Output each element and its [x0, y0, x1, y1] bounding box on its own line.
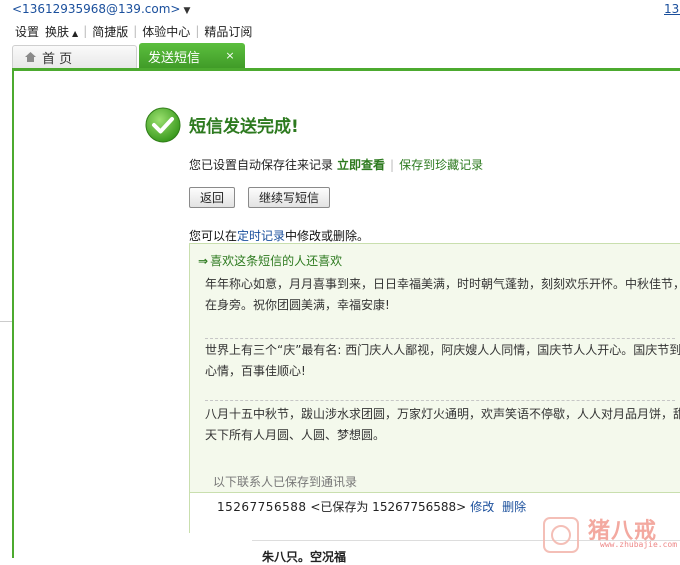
contact-number: 15267756588 — [217, 500, 307, 514]
watermark-url: www.zhubajie.com — [600, 540, 678, 549]
close-icon[interactable]: × — [223, 49, 237, 63]
autosave-text: 您已设置自动保存往来记录 — [189, 158, 334, 172]
menu-divider: | — [83, 24, 88, 38]
autosave-line: 您已设置自动保存往来记录 立即查看 | 保存到珍藏记录 — [189, 156, 483, 173]
edit-contact-link[interactable]: 修改 — [470, 500, 494, 514]
menu-experience[interactable]: 体验中心 — [139, 23, 193, 40]
account-bar: <13612935968@139.com>▼ 139 — [0, 0, 680, 20]
edit-hint: 您可以在定时记录中修改或删除。 — [189, 227, 369, 244]
message-line: 年年称心如意，月月喜事到来，日日幸福美满，时时朝气蓬勃，刻刻欢乐开怀。中秋佳节，… — [205, 277, 680, 291]
home-icon — [25, 52, 36, 62]
message-line: 在身旁。祝你团圆美满，幸福安康! — [205, 298, 390, 312]
tab-strip: 首 页 发送短信 × — [0, 43, 680, 69]
success-title: 短信发送完成! — [189, 117, 299, 137]
delete-contact-link[interactable]: 删除 — [502, 500, 526, 514]
edit-hint-prefix: 您可以在 — [189, 229, 238, 243]
tab-send-sms-label: 发送短信 — [148, 50, 201, 66]
chevron-down-icon: ▼ — [183, 6, 191, 16]
content-left-border — [12, 70, 14, 558]
arrow-right-icon: ⇒ — [198, 254, 209, 268]
menu-simple[interactable]: 简捷版 — [89, 23, 131, 40]
message-divider — [205, 400, 675, 401]
scheduled-records-link[interactable]: 定时记录 — [237, 229, 285, 243]
link-divider: | — [390, 158, 395, 172]
right-number-link[interactable]: 139 — [664, 2, 680, 16]
tab-underline — [12, 68, 680, 71]
tab-home[interactable]: 首 页 — [12, 45, 137, 68]
message-line: 天下所有人月圆、人圆、梦想圆。 — [205, 428, 386, 442]
menu-subscribe[interactable]: 精品订阅 — [201, 23, 255, 40]
message-divider — [205, 338, 675, 339]
edit-hint-suffix: 中修改或删除。 — [285, 229, 370, 243]
suggested-message[interactable]: 年年称心如意，月月喜事到来，日日幸福美满，时时朝气蓬勃，刻刻欢乐开怀。中秋佳节，… — [205, 274, 680, 316]
suggested-message[interactable]: 八月十五中秋节，跋山涉水求团圆，万家灯火通明，欢声笑语不停歇，人人对月品月饼，甜… — [205, 404, 680, 446]
view-now-link[interactable]: 立即查看 — [337, 158, 385, 172]
saved-contact-row: 15267756588 <已保存为 15267756588> 修改 删除 — [217, 498, 526, 515]
caret-up-icon: ▲ — [72, 28, 79, 38]
back-button[interactable]: 返回 — [189, 187, 235, 208]
suggestions-heading: ⇒ 喜欢这条短信的人还喜欢 — [198, 252, 342, 269]
tab-send-sms[interactable]: 发送短信 × — [139, 43, 245, 69]
menu-divider: | — [133, 24, 138, 38]
message-line: 心情，百事佳顺心! — [205, 364, 306, 378]
account-dropdown[interactable]: <13612935968@139.com> ▼ — [12, 2, 190, 16]
left-pane-divider — [0, 321, 12, 322]
success-check-icon — [145, 107, 181, 143]
menu-skin[interactable]: 换肤 ▲ — [42, 23, 81, 40]
tab-home-label: 首 页 — [42, 51, 73, 67]
save-favorite-link[interactable]: 保存到珍藏记录 — [399, 158, 483, 172]
continue-writing-button[interactable]: 继续写短信 — [248, 187, 330, 208]
account-email: <13612935968@139.com> — [12, 2, 181, 16]
saved-contacts-heading: 以下联系人已保存到通讯录 — [213, 475, 358, 489]
menu-divider: | — [195, 24, 200, 38]
message-line: 八月十五中秋节，跋山涉水求团圆，万家灯火通明，欢声笑语不停歇，人人对月品月饼，甜… — [205, 407, 680, 421]
menu-skin-label: 换肤 — [45, 24, 70, 39]
message-line: 世界上有三个“庆”最有名: 西门庆人人鄙视，阿庆嫂人人同情，国庆节人人开心。国庆… — [205, 343, 680, 357]
suggested-message[interactable]: 世界上有三个“庆”最有名: 西门庆人人鄙视，阿庆嫂人人同情，国庆节人人开心。国庆… — [205, 340, 680, 382]
contact-saved-as: <已保存为 15267756588> — [310, 500, 467, 514]
suggestions-heading-label: 喜欢这条短信的人还喜欢 — [210, 254, 343, 268]
suggestions-panel: ⇒ 喜欢这条短信的人还喜欢 年年称心如意，月月喜事到来，日日幸福美满，时时朝气蓬勃… — [189, 243, 680, 493]
menu-bar: 设置 换肤 ▲ | 简捷版 | 体验中心 | 精品订阅 — [12, 22, 255, 40]
menu-settings[interactable]: 设置 — [12, 23, 42, 40]
next-card-title: 朱八只。空况福 — [262, 550, 347, 564]
